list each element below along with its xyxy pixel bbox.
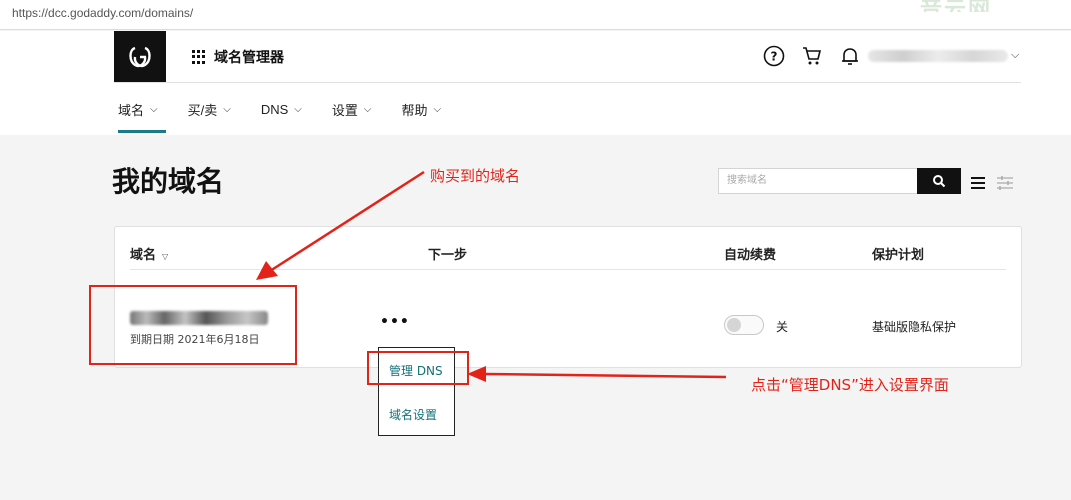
arrow-to-domain [269, 170, 425, 273]
arrow-head-manage-dns [467, 366, 486, 382]
annotation-arrows [256, 170, 727, 382]
arrow-to-manage-dns [483, 372, 727, 379]
arrow-head-domain [256, 261, 278, 280]
